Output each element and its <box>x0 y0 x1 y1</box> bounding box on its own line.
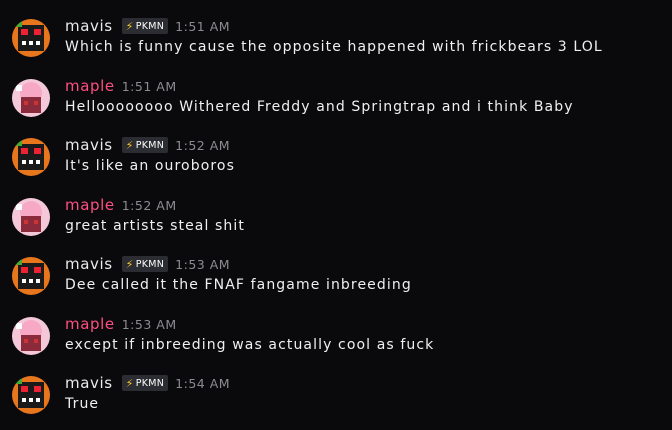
badge-label: PKMN <box>135 377 165 389</box>
chat-log: mavis ⚡ PKMN 1:51 AM Which is funny cause… <box>0 0 672 419</box>
message-text: Dee called it the FNAF fangame inbreedin… <box>65 277 412 293</box>
chat-message: maple 1:52 AM great artists steal shit <box>0 196 672 252</box>
message-text: Helloooooooo Withered Freddy and Springt… <box>65 99 574 115</box>
username[interactable]: mavis <box>65 255 113 273</box>
chat-message: mavis ⚡ PKMN 1:54 AM True <box>0 374 672 430</box>
message-text: It's like an ouroboros <box>65 158 235 174</box>
badge-label: PKMN <box>135 139 165 151</box>
username[interactable]: maple <box>65 315 115 333</box>
timestamp: 1:53 AM <box>121 316 177 332</box>
lightning-bolt-icon: ⚡ <box>125 257 134 271</box>
avatar-mavis[interactable] <box>12 257 50 295</box>
pkmn-badge: ⚡ PKMN <box>121 375 169 391</box>
chat-message: mavis ⚡ PKMN 1:51 AM Which is funny cause… <box>0 17 672 73</box>
lightning-bolt-icon: ⚡ <box>125 19 134 33</box>
pkmn-badge: ⚡ PKMN <box>121 18 169 34</box>
timestamp: 1:52 AM <box>121 197 177 213</box>
avatar-maple[interactable] <box>12 198 50 236</box>
avatar-maple[interactable] <box>12 79 50 117</box>
timestamp: 1:51 AM <box>121 78 177 94</box>
username[interactable]: mavis <box>65 374 113 392</box>
username[interactable]: maple <box>65 77 115 95</box>
pkmn-badge: ⚡ PKMN <box>121 256 169 272</box>
timestamp: 1:51 AM <box>175 18 231 34</box>
avatar-mavis[interactable] <box>12 138 50 176</box>
timestamp: 1:52 AM <box>175 137 231 153</box>
chat-message: maple 1:51 AM Helloooooooo Withered Fred… <box>0 77 672 133</box>
username[interactable]: maple <box>65 196 115 214</box>
timestamp: 1:54 AM <box>175 375 231 391</box>
chat-message: mavis ⚡ PKMN 1:52 AM It's like an ourobor… <box>0 136 672 192</box>
message-text: Which is funny cause the opposite happen… <box>65 39 603 55</box>
badge-label: PKMN <box>135 20 165 32</box>
message-text: True <box>65 396 100 412</box>
chat-message: mavis ⚡ PKMN 1:53 AM Dee called it the FN… <box>0 255 672 311</box>
avatar-mavis[interactable] <box>12 19 50 57</box>
pkmn-badge: ⚡ PKMN <box>121 137 169 153</box>
username[interactable]: mavis <box>65 17 113 35</box>
username[interactable]: mavis <box>65 136 113 154</box>
lightning-bolt-icon: ⚡ <box>125 376 134 390</box>
timestamp: 1:53 AM <box>175 256 231 272</box>
badge-label: PKMN <box>135 258 165 270</box>
avatar-mavis[interactable] <box>12 376 50 414</box>
chat-message: maple 1:53 AM except if inbreeding was a… <box>0 315 672 371</box>
message-text: great artists steal shit <box>65 218 245 234</box>
lightning-bolt-icon: ⚡ <box>125 138 134 152</box>
message-text: except if inbreeding was actually cool a… <box>65 337 435 353</box>
avatar-maple[interactable] <box>12 317 50 355</box>
